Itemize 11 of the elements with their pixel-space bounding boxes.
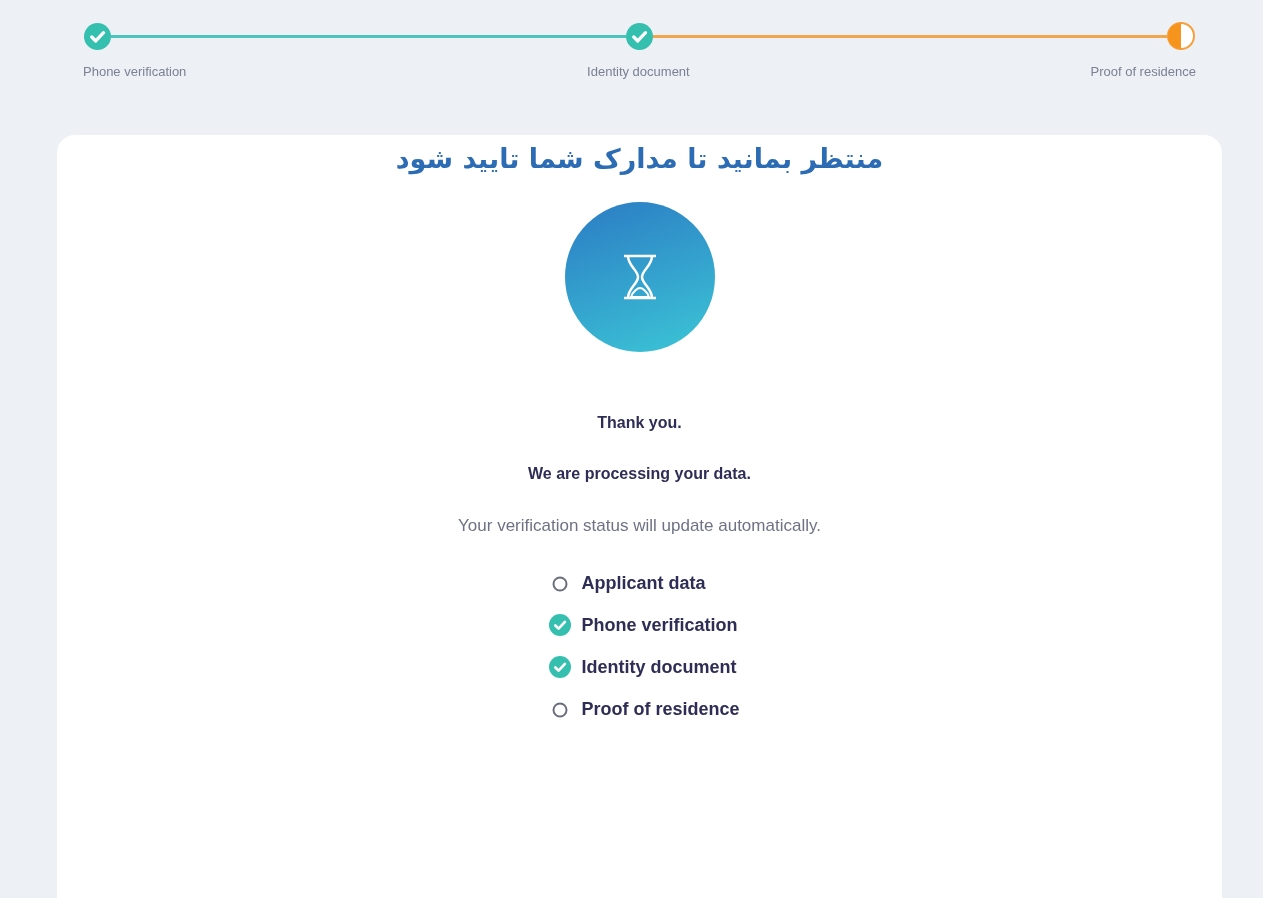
checklist-label: Identity document <box>581 656 737 678</box>
checklist-label: Applicant data <box>581 572 706 594</box>
processing-text: We are processing your data. <box>528 465 751 483</box>
step-label: Proof of residence <box>1090 64 1196 79</box>
page-title: منتظر بمانید تا مدارک شما تایید شود <box>395 143 884 174</box>
thanks-text: Thank you. <box>597 414 682 432</box>
status-note: Your verification status will update automatically. <box>458 516 821 536</box>
checklist-label: Phone verification <box>581 614 738 636</box>
checklist-label: Proof of residence <box>581 698 740 720</box>
step-label: Identity document <box>587 64 690 79</box>
step-label: Phone verification <box>83 64 187 79</box>
